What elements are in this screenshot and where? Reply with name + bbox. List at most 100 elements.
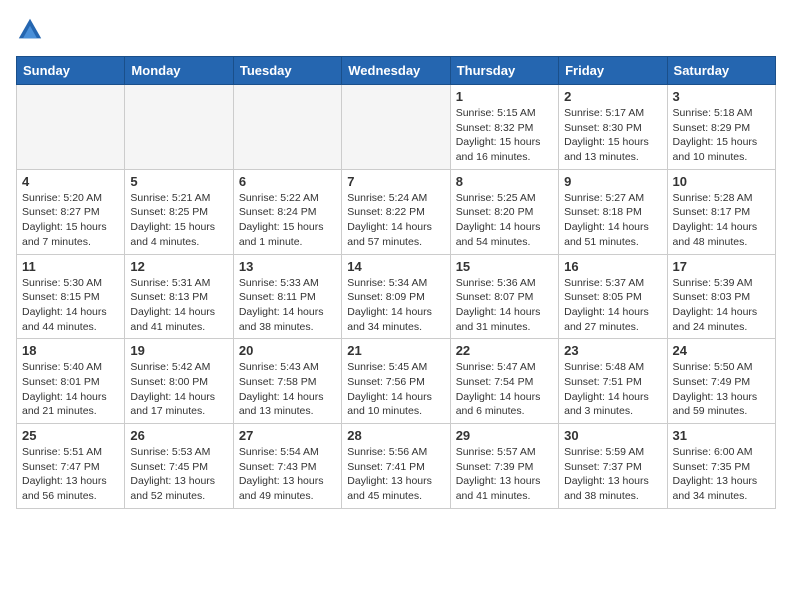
calendar-cell: 11 Sunrise: 5:30 AM Sunset: 8:15 PM Dayli… bbox=[17, 254, 125, 339]
weekday-header: Thursday bbox=[450, 57, 558, 85]
day-info: Sunrise: 5:24 AM Sunset: 8:22 PM Dayligh… bbox=[347, 191, 444, 250]
calendar-cell: 18 Sunrise: 5:40 AM Sunset: 8:01 PM Dayli… bbox=[17, 339, 125, 424]
day-info: Sunrise: 5:39 AM Sunset: 8:03 PM Dayligh… bbox=[673, 276, 770, 335]
day-number: 14 bbox=[347, 259, 444, 274]
day-number: 26 bbox=[130, 428, 227, 443]
weekday-header: Sunday bbox=[17, 57, 125, 85]
day-info: Sunrise: 5:53 AM Sunset: 7:45 PM Dayligh… bbox=[130, 445, 227, 504]
day-info: Sunrise: 5:27 AM Sunset: 8:18 PM Dayligh… bbox=[564, 191, 661, 250]
day-number: 30 bbox=[564, 428, 661, 443]
calendar-cell: 13 Sunrise: 5:33 AM Sunset: 8:11 PM Dayli… bbox=[233, 254, 341, 339]
day-info: Sunrise: 5:57 AM Sunset: 7:39 PM Dayligh… bbox=[456, 445, 553, 504]
day-number: 28 bbox=[347, 428, 444, 443]
day-info: Sunrise: 5:47 AM Sunset: 7:54 PM Dayligh… bbox=[456, 360, 553, 419]
day-number: 5 bbox=[130, 174, 227, 189]
calendar-cell: 27 Sunrise: 5:54 AM Sunset: 7:43 PM Dayli… bbox=[233, 424, 341, 509]
day-number: 19 bbox=[130, 343, 227, 358]
calendar-cell: 3 Sunrise: 5:18 AM Sunset: 8:29 PM Daylig… bbox=[667, 85, 775, 170]
day-info: Sunrise: 5:22 AM Sunset: 8:24 PM Dayligh… bbox=[239, 191, 336, 250]
weekday-header: Tuesday bbox=[233, 57, 341, 85]
day-info: Sunrise: 5:45 AM Sunset: 7:56 PM Dayligh… bbox=[347, 360, 444, 419]
weekday-header: Friday bbox=[559, 57, 667, 85]
calendar-cell: 4 Sunrise: 5:20 AM Sunset: 8:27 PM Daylig… bbox=[17, 169, 125, 254]
day-number: 20 bbox=[239, 343, 336, 358]
calendar-cell: 15 Sunrise: 5:36 AM Sunset: 8:07 PM Dayli… bbox=[450, 254, 558, 339]
day-number: 17 bbox=[673, 259, 770, 274]
day-number: 10 bbox=[673, 174, 770, 189]
day-info: Sunrise: 5:40 AM Sunset: 8:01 PM Dayligh… bbox=[22, 360, 119, 419]
day-info: Sunrise: 5:51 AM Sunset: 7:47 PM Dayligh… bbox=[22, 445, 119, 504]
calendar-cell: 22Sunrise: 5:47 AM Sunset: 7:54 PM Dayli… bbox=[450, 339, 558, 424]
day-info: Sunrise: 5:42 AM Sunset: 8:00 PM Dayligh… bbox=[130, 360, 227, 419]
logo-icon bbox=[16, 16, 44, 44]
day-info: Sunrise: 5:43 AM Sunset: 7:58 PM Dayligh… bbox=[239, 360, 336, 419]
calendar-cell: 31 Sunrise: 6:00 AM Sunset: 7:35 PM Dayli… bbox=[667, 424, 775, 509]
calendar-cell: 9 Sunrise: 5:27 AM Sunset: 8:18 PM Daylig… bbox=[559, 169, 667, 254]
day-info: Sunrise: 5:33 AM Sunset: 8:11 PM Dayligh… bbox=[239, 276, 336, 335]
calendar-cell bbox=[125, 85, 233, 170]
day-number: 24 bbox=[673, 343, 770, 358]
day-number: 13 bbox=[239, 259, 336, 274]
day-number: 9 bbox=[564, 174, 661, 189]
day-number: 11 bbox=[22, 259, 119, 274]
day-number: 15 bbox=[456, 259, 553, 274]
day-info: Sunrise: 5:17 AM Sunset: 8:30 PM Dayligh… bbox=[564, 106, 661, 165]
calendar-cell: 2 Sunrise: 5:17 AM Sunset: 8:30 PM Daylig… bbox=[559, 85, 667, 170]
calendar-cell: 19 Sunrise: 5:42 AM Sunset: 8:00 PM Dayli… bbox=[125, 339, 233, 424]
weekday-header: Monday bbox=[125, 57, 233, 85]
day-number: 7 bbox=[347, 174, 444, 189]
day-number: 12 bbox=[130, 259, 227, 274]
day-info: Sunrise: 5:28 AM Sunset: 8:17 PM Dayligh… bbox=[673, 191, 770, 250]
day-info: Sunrise: 5:54 AM Sunset: 7:43 PM Dayligh… bbox=[239, 445, 336, 504]
day-info: Sunrise: 5:15 AM Sunset: 8:32 PM Dayligh… bbox=[456, 106, 553, 165]
day-number: 29 bbox=[456, 428, 553, 443]
day-number: 1 bbox=[456, 89, 553, 104]
calendar-cell: 12Sunrise: 5:31 AM Sunset: 8:13 PM Dayli… bbox=[125, 254, 233, 339]
day-info: Sunrise: 6:00 AM Sunset: 7:35 PM Dayligh… bbox=[673, 445, 770, 504]
day-info: Sunrise: 5:21 AM Sunset: 8:25 PM Dayligh… bbox=[130, 191, 227, 250]
day-info: Sunrise: 5:37 AM Sunset: 8:05 PM Dayligh… bbox=[564, 276, 661, 335]
calendar-cell: 20 Sunrise: 5:43 AM Sunset: 7:58 PM Dayli… bbox=[233, 339, 341, 424]
day-info: Sunrise: 5:34 AM Sunset: 8:09 PM Dayligh… bbox=[347, 276, 444, 335]
calendar-cell: 16 Sunrise: 5:37 AM Sunset: 8:05 PM Dayli… bbox=[559, 254, 667, 339]
calendar-cell: 26 Sunrise: 5:53 AM Sunset: 7:45 PM Dayli… bbox=[125, 424, 233, 509]
day-number: 4 bbox=[22, 174, 119, 189]
day-number: 8 bbox=[456, 174, 553, 189]
day-info: Sunrise: 5:20 AM Sunset: 8:27 PM Dayligh… bbox=[22, 191, 119, 250]
day-info: Sunrise: 5:50 AM Sunset: 7:49 PM Dayligh… bbox=[673, 360, 770, 419]
calendar-cell: 5 Sunrise: 5:21 AM Sunset: 8:25 PM Daylig… bbox=[125, 169, 233, 254]
day-number: 31 bbox=[673, 428, 770, 443]
page-header bbox=[16, 16, 776, 44]
calendar-table: SundayMondayTuesdayWednesdayThursdayFrid… bbox=[16, 56, 776, 509]
calendar-cell: 25 Sunrise: 5:51 AM Sunset: 7:47 PM Dayli… bbox=[17, 424, 125, 509]
calendar-cell: 24 Sunrise: 5:50 AM Sunset: 7:49 PM Dayli… bbox=[667, 339, 775, 424]
day-number: 27 bbox=[239, 428, 336, 443]
day-number: 18 bbox=[22, 343, 119, 358]
calendar-cell: 28 Sunrise: 5:56 AM Sunset: 7:41 PM Dayli… bbox=[342, 424, 450, 509]
calendar-cell: 21 Sunrise: 5:45 AM Sunset: 7:56 PM Dayli… bbox=[342, 339, 450, 424]
calendar-cell bbox=[342, 85, 450, 170]
weekday-header: Saturday bbox=[667, 57, 775, 85]
day-number: 3 bbox=[673, 89, 770, 104]
logo bbox=[16, 16, 48, 44]
calendar-cell: 8 Sunrise: 5:25 AM Sunset: 8:20 PM Daylig… bbox=[450, 169, 558, 254]
day-info: Sunrise: 5:36 AM Sunset: 8:07 PM Dayligh… bbox=[456, 276, 553, 335]
day-number: 21 bbox=[347, 343, 444, 358]
calendar-cell bbox=[233, 85, 341, 170]
day-number: 23 bbox=[564, 343, 661, 358]
day-info: Sunrise: 5:25 AM Sunset: 8:20 PM Dayligh… bbox=[456, 191, 553, 250]
calendar-cell: 23Sunrise: 5:48 AM Sunset: 7:51 PM Dayli… bbox=[559, 339, 667, 424]
calendar-cell: 17 Sunrise: 5:39 AM Sunset: 8:03 PM Dayli… bbox=[667, 254, 775, 339]
day-info: Sunrise: 5:30 AM Sunset: 8:15 PM Dayligh… bbox=[22, 276, 119, 335]
calendar-cell: 10 Sunrise: 5:28 AM Sunset: 8:17 PM Dayli… bbox=[667, 169, 775, 254]
calendar-cell: 29 Sunrise: 5:57 AM Sunset: 7:39 PM Dayli… bbox=[450, 424, 558, 509]
day-number: 2 bbox=[564, 89, 661, 104]
weekday-header: Wednesday bbox=[342, 57, 450, 85]
day-info: Sunrise: 5:56 AM Sunset: 7:41 PM Dayligh… bbox=[347, 445, 444, 504]
calendar-cell: 14 Sunrise: 5:34 AM Sunset: 8:09 PM Dayli… bbox=[342, 254, 450, 339]
day-number: 16 bbox=[564, 259, 661, 274]
calendar-cell bbox=[17, 85, 125, 170]
day-number: 25 bbox=[22, 428, 119, 443]
day-info: Sunrise: 5:59 AM Sunset: 7:37 PM Dayligh… bbox=[564, 445, 661, 504]
day-info: Sunrise: 5:18 AM Sunset: 8:29 PM Dayligh… bbox=[673, 106, 770, 165]
